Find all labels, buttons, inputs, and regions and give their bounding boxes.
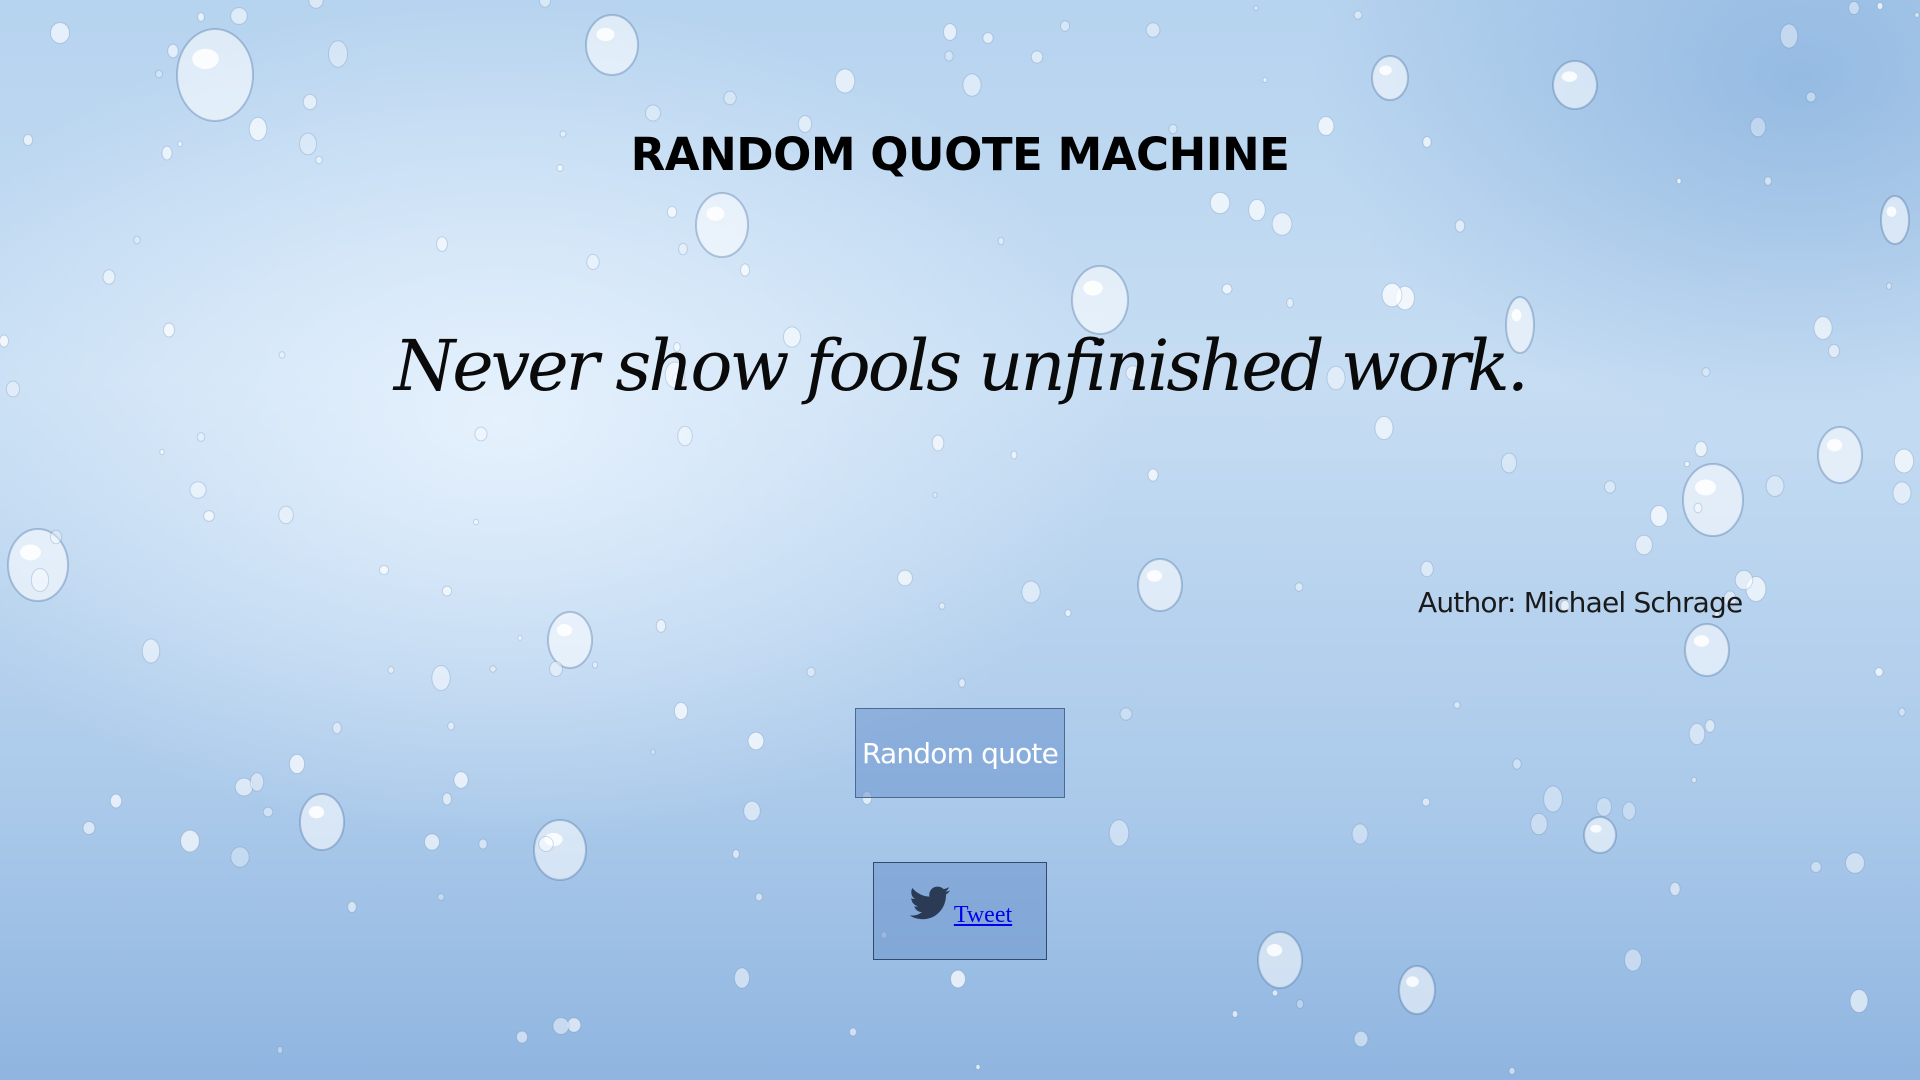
tweet-button[interactable]: Tweet xyxy=(873,862,1047,960)
random-quote-button[interactable]: Random quote xyxy=(855,708,1065,798)
quote-text: Never show fools unfinished work. xyxy=(393,325,1529,407)
twitter-bird-icon xyxy=(908,882,952,926)
tweet-link[interactable]: Tweet xyxy=(954,902,1012,929)
quote-author: Author: Michael Schrage xyxy=(1418,586,1743,619)
page-title: RANDOM QUOTE MACHINE xyxy=(630,128,1290,181)
random-quote-label: Random quote xyxy=(861,736,1059,770)
